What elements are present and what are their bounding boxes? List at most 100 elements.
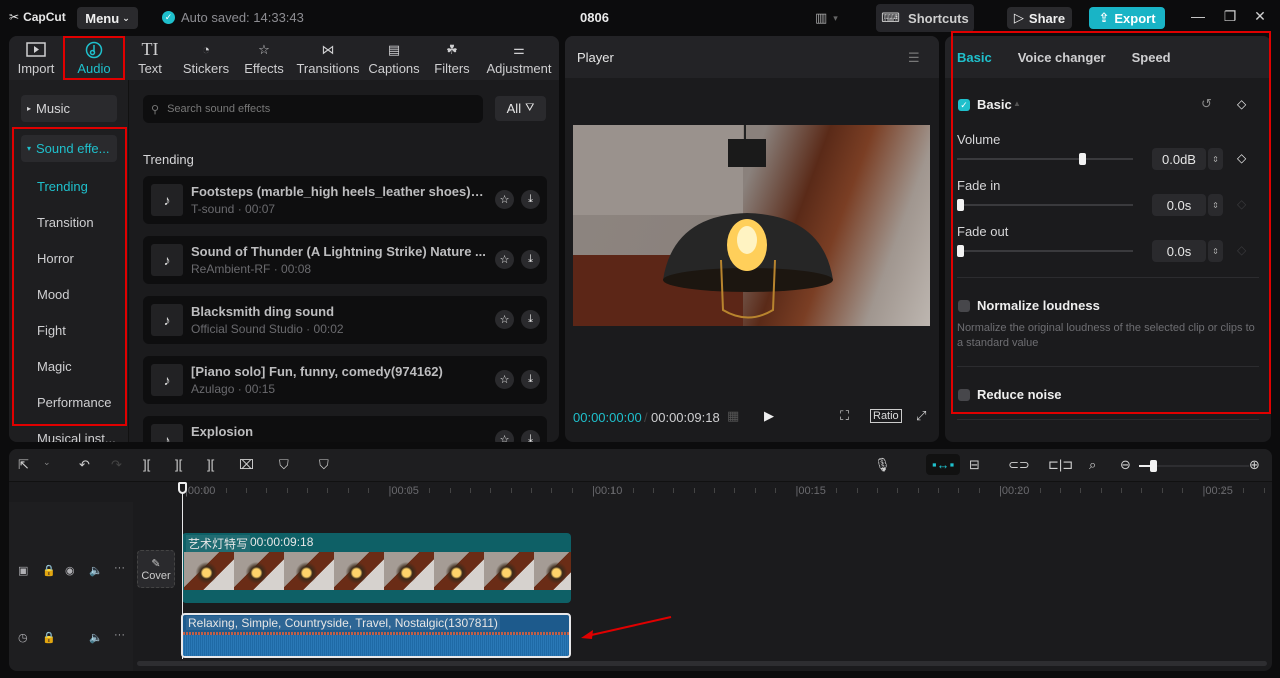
- audio-clip[interactable]: Relaxing, Simple, Countryside, Travel, N…: [181, 613, 571, 658]
- ruler-tick: [1141, 488, 1143, 493]
- tab-adjustment[interactable]: ⚌ Adjustment: [481, 36, 557, 80]
- tab-stickers[interactable]: ◔ Stickers: [175, 36, 237, 80]
- media-panel: Import Audio TI Text ◔ Stickers ☆ Effects ⋈…: [9, 36, 559, 442]
- maximize-button[interactable]: ❐: [1220, 8, 1240, 25]
- tab-transitions[interactable]: ⋈ Transitions: [291, 36, 365, 80]
- eye-icon[interactable]: ◉: [65, 564, 75, 577]
- app-logo: ✂ CapCut: [9, 10, 66, 24]
- subcategory-musical-instruments[interactable]: Musical inst...: [37, 431, 116, 442]
- tab-captions[interactable]: ▤ Captions: [365, 36, 423, 80]
- chevron-down-icon[interactable]: ⌄: [43, 457, 51, 468]
- subcategory-transition[interactable]: Transition: [37, 215, 94, 230]
- category-sound-effects[interactable]: ▾ Sound effe...: [21, 135, 117, 162]
- menu-button[interactable]: Menu ⌄: [77, 7, 138, 29]
- tab-filters[interactable]: ☘ Filters: [423, 36, 481, 80]
- video-clip[interactable]: 艺术灯特写 00:00:09:18: [182, 533, 571, 603]
- redo-icon[interactable]: ↷: [111, 457, 122, 473]
- download-icon[interactable]: ⤓: [521, 310, 540, 329]
- zoom-slider-knob[interactable]: [1150, 460, 1157, 472]
- list-item[interactable]: ♪ Footsteps (marble_high heels_leather sh…: [143, 176, 547, 224]
- zoom-in-icon[interactable]: ⊕: [1249, 457, 1260, 473]
- ruler-tick: [1100, 488, 1102, 493]
- shield-icon[interactable]: ⛉: [319, 457, 329, 473]
- ratio-button[interactable]: Ratio: [870, 409, 902, 423]
- waveform-view-icon[interactable]: ▦: [727, 408, 739, 424]
- hamburger-menu-icon[interactable]: ☰: [908, 50, 920, 66]
- current-timecode: 00:00:00:00: [573, 410, 642, 425]
- cover-button[interactable]: ✎ Cover: [137, 550, 175, 588]
- close-button[interactable]: ✕: [1250, 8, 1270, 25]
- subcategory-fight[interactable]: Fight: [37, 323, 66, 338]
- list-item[interactable]: ♪ [Piano solo] Fun, funny, comedy(974162)…: [143, 356, 547, 404]
- export-button[interactable]: ⇪ Export: [1089, 7, 1165, 29]
- microphone-icon[interactable]: 🎙: [874, 457, 891, 473]
- horizontal-scrollbar[interactable]: [137, 661, 1267, 666]
- ruler-tick: [714, 488, 716, 493]
- lock-icon[interactable]: 🔒: [42, 631, 56, 644]
- export-label: Export: [1114, 10, 1156, 26]
- subcategory-magic[interactable]: Magic: [37, 359, 72, 374]
- video-preview[interactable]: [573, 125, 930, 326]
- subcategory-horror[interactable]: Horror: [37, 251, 74, 266]
- undo-icon[interactable]: ↶: [79, 457, 90, 473]
- timeline-ruler[interactable]: |00:00 |00:05 |00:10 |00:15 |00:20 |00:25: [133, 482, 1272, 502]
- download-icon[interactable]: ⤓: [521, 370, 540, 389]
- main-track-magnet-icon[interactable]: ▪↔▪: [926, 454, 961, 475]
- favorite-icon[interactable]: ☆: [495, 250, 514, 269]
- play-button[interactable]: ▶: [764, 408, 774, 424]
- preview-axis-icon[interactable]: ⊏|⊐: [1048, 457, 1073, 473]
- favorite-icon[interactable]: ☆: [495, 430, 514, 442]
- favorite-icon[interactable]: ☆: [495, 310, 514, 329]
- timeline-zoom-fit-icon[interactable]: ⌕: [1089, 457, 1096, 473]
- split-icon[interactable]: ][: [143, 457, 150, 472]
- more-icon[interactable]: ···: [114, 562, 125, 574]
- layout-button[interactable]: ▥ ▾: [815, 10, 838, 26]
- filter-button[interactable]: All ⛛: [495, 96, 546, 121]
- speaker-icon[interactable]: 🔈: [89, 564, 103, 577]
- tab-audio[interactable]: Audio: [63, 36, 125, 80]
- subcategory-performance[interactable]: Performance: [37, 395, 111, 410]
- list-item[interactable]: ♪ Sound of Thunder (A Lightning Strike) N…: [143, 236, 547, 284]
- tab-label: Text: [138, 60, 162, 76]
- split-right-icon[interactable]: ][: [207, 457, 214, 472]
- link-icon[interactable]: ⊂⊃: [1008, 457, 1030, 473]
- search-input[interactable]: ⚲ Search sound effects: [143, 95, 483, 123]
- lock-icon[interactable]: 🔒: [42, 564, 56, 577]
- layout-icon: ▥: [815, 10, 828, 25]
- ai-shield-icon[interactable]: ⛉: [279, 457, 289, 473]
- split-left-icon[interactable]: ][: [175, 457, 182, 472]
- download-icon[interactable]: ⤓: [521, 430, 540, 442]
- zoom-slider[interactable]: [1139, 460, 1249, 472]
- ruler-tick: [937, 488, 939, 493]
- auto-snap-icon[interactable]: ⊟: [969, 457, 980, 473]
- ruler-tick: [836, 488, 838, 493]
- shortcuts-button[interactable]: ⌨ Shortcuts: [876, 4, 974, 32]
- tab-effects[interactable]: ☆ Effects: [237, 36, 291, 80]
- category-music[interactable]: ▸ Music: [21, 95, 117, 122]
- delete-icon[interactable]: ⌧: [239, 457, 254, 473]
- more-icon[interactable]: ···: [114, 629, 125, 641]
- zoom-out-icon[interactable]: ⊖: [1120, 457, 1131, 473]
- subcategory-mood[interactable]: Mood: [37, 287, 70, 302]
- download-icon[interactable]: ⤓: [521, 250, 540, 269]
- download-icon[interactable]: ⤓: [521, 190, 540, 209]
- favorite-icon[interactable]: ☆: [495, 190, 514, 209]
- minimize-button[interactable]: —: [1188, 8, 1208, 24]
- favorite-icon[interactable]: ☆: [495, 370, 514, 389]
- fullscreen-icon[interactable]: ⤢: [916, 408, 926, 424]
- share-button[interactable]: ▷ Share: [1007, 7, 1072, 29]
- ruler-tick: [225, 488, 227, 493]
- music-note-icon: ♪: [151, 364, 183, 396]
- thumbnail-frame: [534, 552, 571, 590]
- tab-import[interactable]: Import: [9, 36, 63, 80]
- list-item[interactable]: ♪ Blacksmith ding sound Official Sound Stu…: [143, 296, 547, 344]
- playhead[interactable]: [178, 482, 187, 659]
- select-tool-icon[interactable]: ⇱: [18, 457, 29, 473]
- speaker-icon[interactable]: 🔈: [89, 631, 103, 644]
- subcategory-trending[interactable]: Trending: [37, 179, 88, 194]
- zoom-fit-icon[interactable]: ⛶: [840, 408, 849, 424]
- tab-text[interactable]: TI Text: [125, 36, 175, 80]
- list-item[interactable]: ♪ Explosion ☆ ⤓: [143, 416, 547, 442]
- ruler-label: |00:20: [999, 485, 1030, 497]
- ruler-tick: [815, 488, 817, 493]
